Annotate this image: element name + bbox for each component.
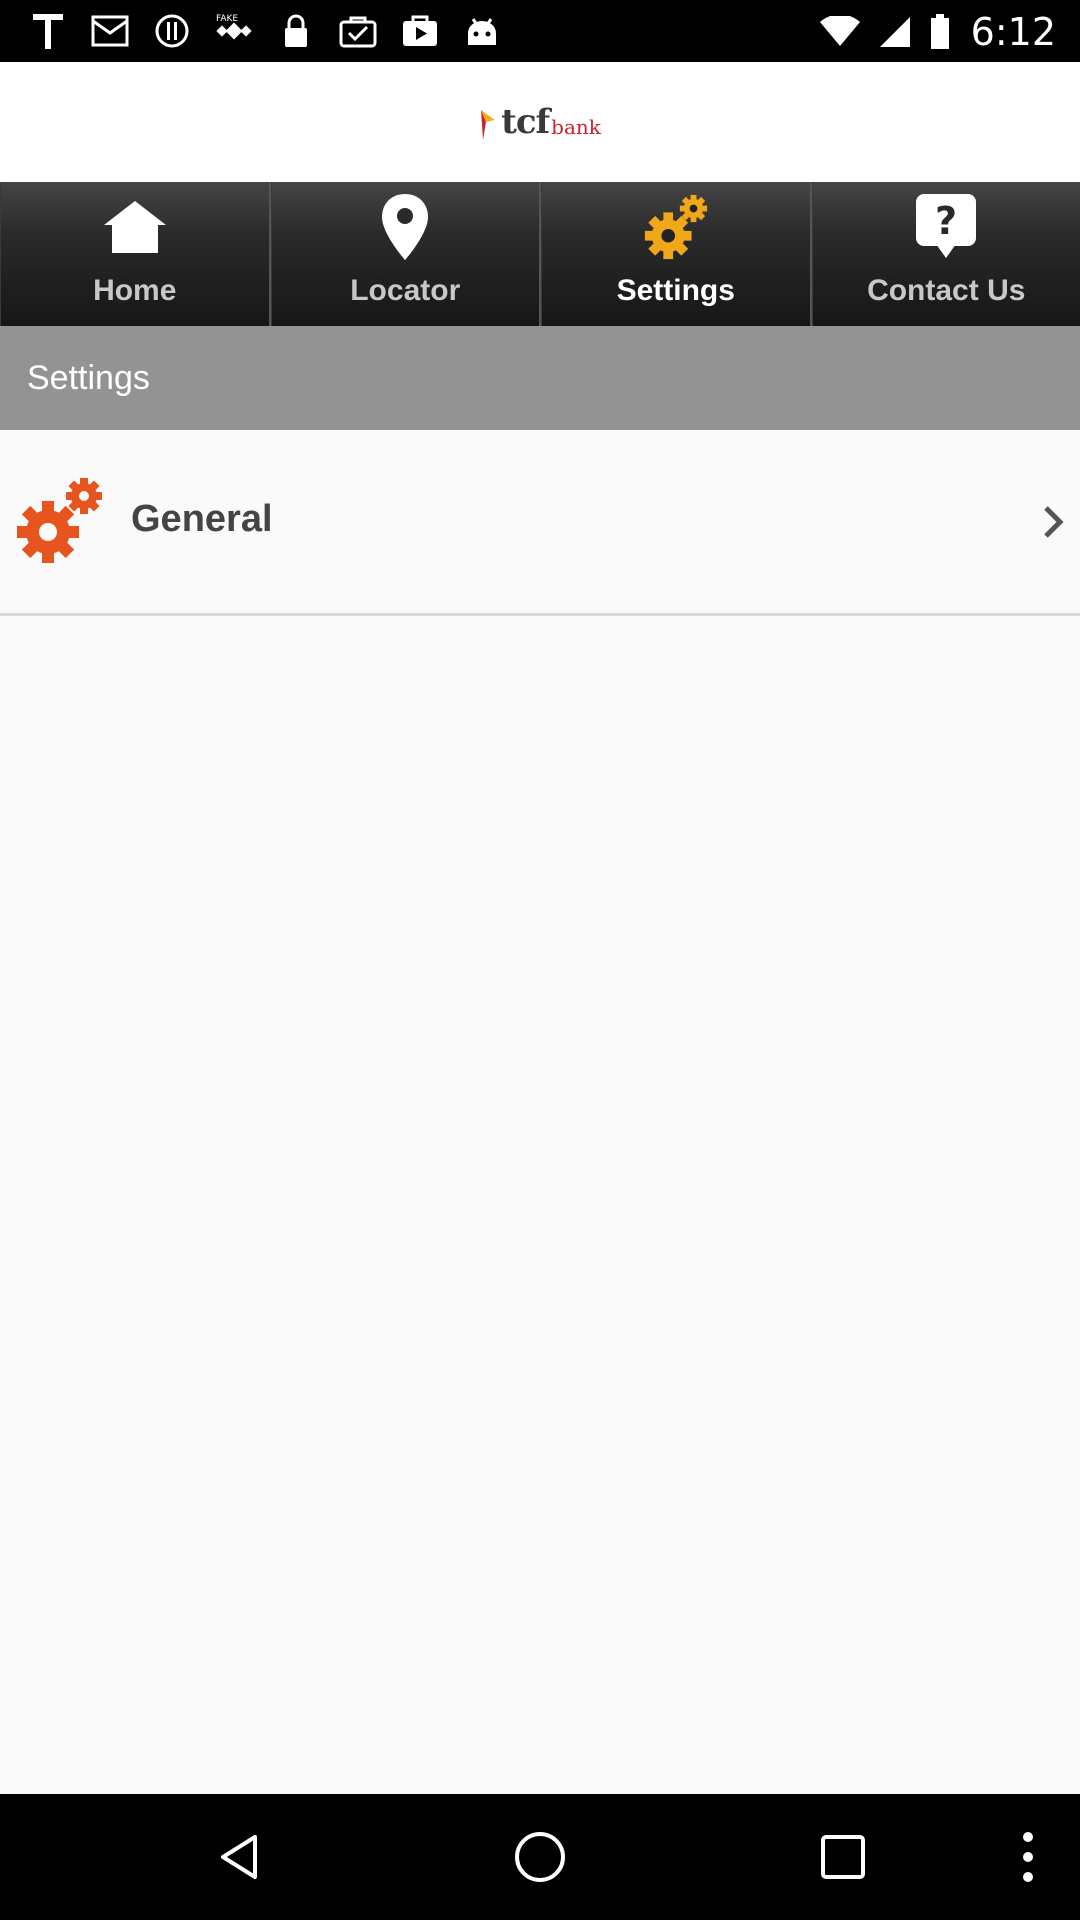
tab-contact-us-label: Contact Us [867, 274, 1026, 307]
tab-locator-label: Locator [350, 274, 461, 307]
app-header: tcf bank [0, 62, 1080, 182]
svg-text:FAKE: FAKE [216, 14, 238, 24]
email-icon [90, 11, 130, 51]
gears-icon [17, 478, 102, 563]
location-pin-icon [370, 190, 440, 264]
status-bar: FAKE 6:12 [0, 0, 1080, 62]
logo-suffix: bank [551, 115, 601, 139]
help-bubble-icon: ? [911, 190, 981, 264]
recents-icon [821, 1835, 865, 1879]
list-item-label: General [131, 498, 273, 540]
play-store-icon [400, 11, 440, 51]
tab-settings[interactable]: Settings [541, 182, 812, 326]
section-title: Settings [27, 358, 150, 397]
briefcase-check-icon [338, 11, 378, 51]
tab-home[interactable]: Home [0, 182, 271, 326]
text-t-icon [28, 11, 68, 51]
gears-icon [641, 190, 711, 264]
logo-text: tcf [501, 102, 550, 142]
android-icon [462, 11, 502, 51]
svg-text:?: ? [935, 199, 957, 243]
home-circle-icon [515, 1832, 565, 1882]
tab-settings-label: Settings [616, 274, 735, 307]
tab-locator[interactable]: Locator [270, 182, 541, 326]
status-system-icons [820, 14, 950, 55]
tab-contact-us[interactable]: ? Contact Us [811, 182, 1080, 326]
battery-icon [930, 14, 950, 55]
more-icon [1023, 1832, 1033, 1882]
recents-button[interactable] [793, 1794, 893, 1920]
status-notifications: FAKE [0, 11, 502, 51]
tab-bar: Home Locator Settings ? Contact Us [0, 182, 1080, 326]
tcf-bank-logo: tcf bank [479, 102, 601, 142]
tab-home-label: Home [93, 274, 177, 307]
back-button[interactable] [190, 1794, 290, 1920]
home-nav-button[interactable] [490, 1794, 590, 1920]
fake-gps-icon: FAKE [214, 11, 254, 51]
status-time: 6:12 [970, 10, 1056, 54]
more-options-button[interactable] [1000, 1794, 1056, 1920]
navigation-bar [0, 1794, 1080, 1920]
lock-icon [276, 11, 316, 51]
list-item-general[interactable]: General [0, 430, 1080, 616]
wifi-icon [820, 14, 860, 53]
chevron-right-icon [1044, 506, 1064, 538]
home-icon [100, 190, 170, 264]
signal-icon [878, 15, 912, 54]
logo-mark-icon [481, 110, 496, 140]
section-header: Settings [0, 326, 1080, 430]
alert-icon [152, 11, 192, 51]
back-icon [221, 1835, 257, 1879]
